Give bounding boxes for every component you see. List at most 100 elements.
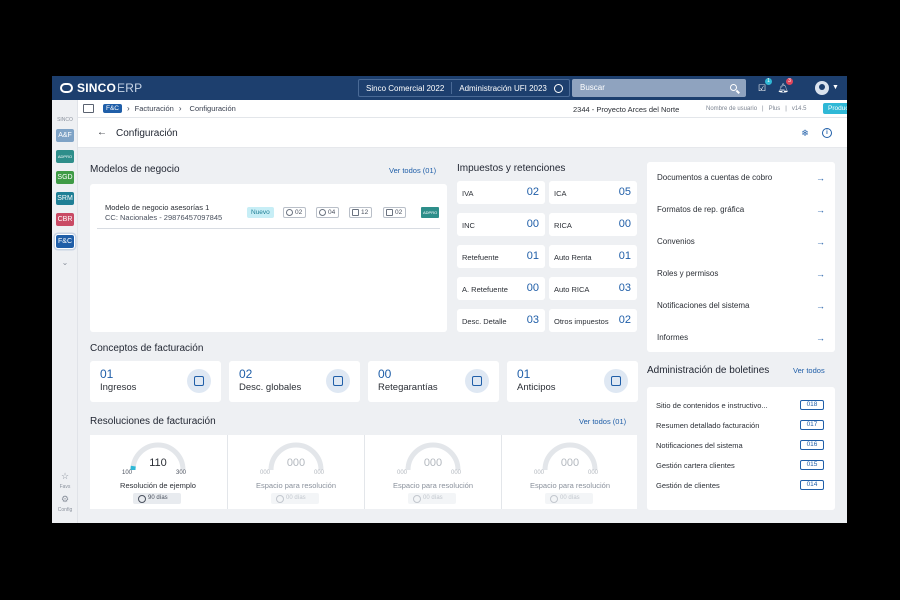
tag-icon xyxy=(319,209,326,216)
concept-card[interactable]: 01 Anticipos xyxy=(507,361,638,402)
menu-item[interactable]: Formatos de rep. gráfica → xyxy=(657,203,825,235)
tax-label: ICA xyxy=(554,189,567,198)
list-item[interactable]: Gestión cartera clientes 015 xyxy=(656,460,824,473)
tax-label: RICA xyxy=(554,221,572,230)
search-input[interactable] xyxy=(580,83,720,92)
bell-icon[interactable]: 🔔︎ 3 xyxy=(777,78,793,94)
tax-card[interactable]: Retefuente 01 xyxy=(457,245,545,268)
breadcrumb-facturacion[interactable]: Facturación xyxy=(135,104,174,113)
gauge-min: 000 xyxy=(397,470,408,476)
module-chip: F&C xyxy=(103,104,122,113)
concept-count: 01 xyxy=(100,367,114,381)
avatar[interactable] xyxy=(815,81,829,95)
arrow-right-icon: → xyxy=(816,333,825,343)
chevron-down-icon[interactable]: ▼ xyxy=(832,84,839,91)
concept-card[interactable]: 01 Ingresos xyxy=(90,361,221,402)
module-fc[interactable]: F&C xyxy=(55,234,75,249)
menu-item-label: Notificaciones del sistema xyxy=(657,301,750,310)
chevron-right-icon: › xyxy=(127,104,130,113)
coin-icon xyxy=(286,209,293,216)
tax-value: 01 xyxy=(526,250,539,262)
rail-expand-icon[interactable]: ⌄ xyxy=(52,258,78,267)
star-icon[interactable]: ☆ xyxy=(52,471,78,482)
list-item[interactable]: Resumen detallado facturación 017 xyxy=(656,420,824,433)
company-settings-icon[interactable] xyxy=(553,83,563,93)
username: Nombre de usuario xyxy=(706,106,758,112)
boletin-label: Resumen detallado facturación xyxy=(656,421,760,430)
tax-card[interactable]: Auto Renta 01 xyxy=(549,245,637,268)
tax-label: A. Retefuente xyxy=(462,285,508,294)
tax-value: 00 xyxy=(618,218,631,230)
tax-value: 03 xyxy=(526,314,539,326)
company-selector[interactable]: Sinco Comercial 2022 Administración UFI … xyxy=(358,79,570,97)
search-icon[interactable] xyxy=(730,84,737,91)
sinco-logo[interactable]: SINCO ERP xyxy=(60,81,142,95)
resolution-card[interactable]: 000 000 000 Espacio para resolución 00 días xyxy=(227,435,363,509)
tax-card[interactable]: A. Retefuente 00 xyxy=(457,277,545,300)
breadcrumb-configuracion: Configuración xyxy=(189,104,236,113)
count-value: 02 xyxy=(395,209,403,216)
concept-card[interactable]: 00 Retegarantías xyxy=(368,361,499,402)
menu-item[interactable]: Roles y permisos → xyxy=(657,267,825,299)
gear-icon[interactable]: ⚙ xyxy=(52,494,78,505)
company-name: Sinco Comercial 2022 xyxy=(366,83,445,93)
boletines-view-all[interactable]: Ver todos xyxy=(793,366,825,375)
logo-mark-icon xyxy=(60,83,73,93)
concept-count: 02 xyxy=(239,367,253,381)
chevron-right-icon: › xyxy=(178,104,182,113)
concept-label: Desc. globales xyxy=(239,382,302,393)
list-item[interactable]: Modelo de negocio asesorías 1 CC: Nacion… xyxy=(97,198,440,229)
list-item[interactable]: Gestión de clientes 014 xyxy=(656,480,824,493)
back-arrow-icon[interactable]: ← xyxy=(97,127,107,138)
tax-card[interactable]: IVA 02 xyxy=(457,181,545,204)
tax-value: 02 xyxy=(526,186,539,198)
tax-card[interactable]: ICA 05 xyxy=(549,181,637,204)
tax-card[interactable]: RICA 00 xyxy=(549,213,637,236)
module-af[interactable]: A&F xyxy=(56,129,74,142)
module-sgd[interactable]: SGD xyxy=(56,171,74,184)
tax-label: IVA xyxy=(462,189,474,198)
resolution-card[interactable]: 110 100 300 Resolución de ejemplo 90 días xyxy=(90,435,226,509)
list-item[interactable]: Notificaciones del sistema 016 xyxy=(656,440,824,453)
list-item[interactable]: Sitio de contenidos e instructivo... 018 xyxy=(656,400,824,413)
menu-item-label: Informes xyxy=(657,333,689,342)
boletin-label: Gestión cartera clientes xyxy=(656,461,735,470)
concept-label: Ingresos xyxy=(100,382,137,393)
box-icon xyxy=(604,369,628,393)
module-srm[interactable]: SRM xyxy=(56,192,74,205)
config-label: Config xyxy=(57,507,73,513)
info-icon[interactable]: i xyxy=(822,128,832,138)
tax-card[interactable]: Desc. Detalle 03 xyxy=(457,309,545,332)
settings-icon[interactable]: ❄ xyxy=(800,128,810,138)
menu-item[interactable]: Informes → xyxy=(657,331,825,363)
count-value: 04 xyxy=(328,209,336,216)
resoluciones-title: Resoluciones de facturación xyxy=(90,416,216,427)
resolution-card[interactable]: 000 000 000 Espacio para resolución 00 días xyxy=(364,435,500,509)
tax-label: INC xyxy=(462,221,475,230)
resoluciones-view-all[interactable]: Ver todos (01) xyxy=(579,417,626,426)
menu-item[interactable]: Convenios → xyxy=(657,235,825,267)
gauge-min: 000 xyxy=(260,470,271,476)
resolution-card[interactable]: 000 000 000 Espacio para resolución 00 días xyxy=(501,435,637,509)
modelos-view-all[interactable]: Ver todos (01) xyxy=(389,166,436,175)
module-cbr[interactable]: CBR xyxy=(56,213,74,226)
tasks-badge: 1 xyxy=(765,78,772,85)
window-icon[interactable] xyxy=(83,104,94,113)
menu-item[interactable]: Notificaciones del sistema → xyxy=(657,299,825,331)
tasks-icon[interactable]: ☑ 1 xyxy=(756,78,772,94)
module-adpro[interactable]: ADPRO xyxy=(56,150,74,163)
menu-item[interactable]: Documentos a cuentas de cobro → xyxy=(657,171,825,203)
tax-card[interactable]: Otros impuestos 02 xyxy=(549,309,637,332)
boletin-label: Sitio de contenidos e instructivo... xyxy=(656,401,768,410)
project-name[interactable]: 2344 - Proyecto Arces del Norte xyxy=(573,105,679,114)
search-box[interactable] xyxy=(572,79,746,97)
count-pill: 02 xyxy=(283,207,307,218)
concept-card[interactable]: 02 Desc. globales xyxy=(229,361,360,402)
admin-name: Administración UFI 2023 xyxy=(459,83,547,93)
tag-icon xyxy=(326,369,350,393)
tax-value: 01 xyxy=(618,250,631,262)
menu-item-label: Roles y permisos xyxy=(657,269,719,278)
tax-card[interactable]: INC 00 xyxy=(457,213,545,236)
divider: | xyxy=(762,106,764,112)
tax-card[interactable]: Auto RICA 03 xyxy=(549,277,637,300)
